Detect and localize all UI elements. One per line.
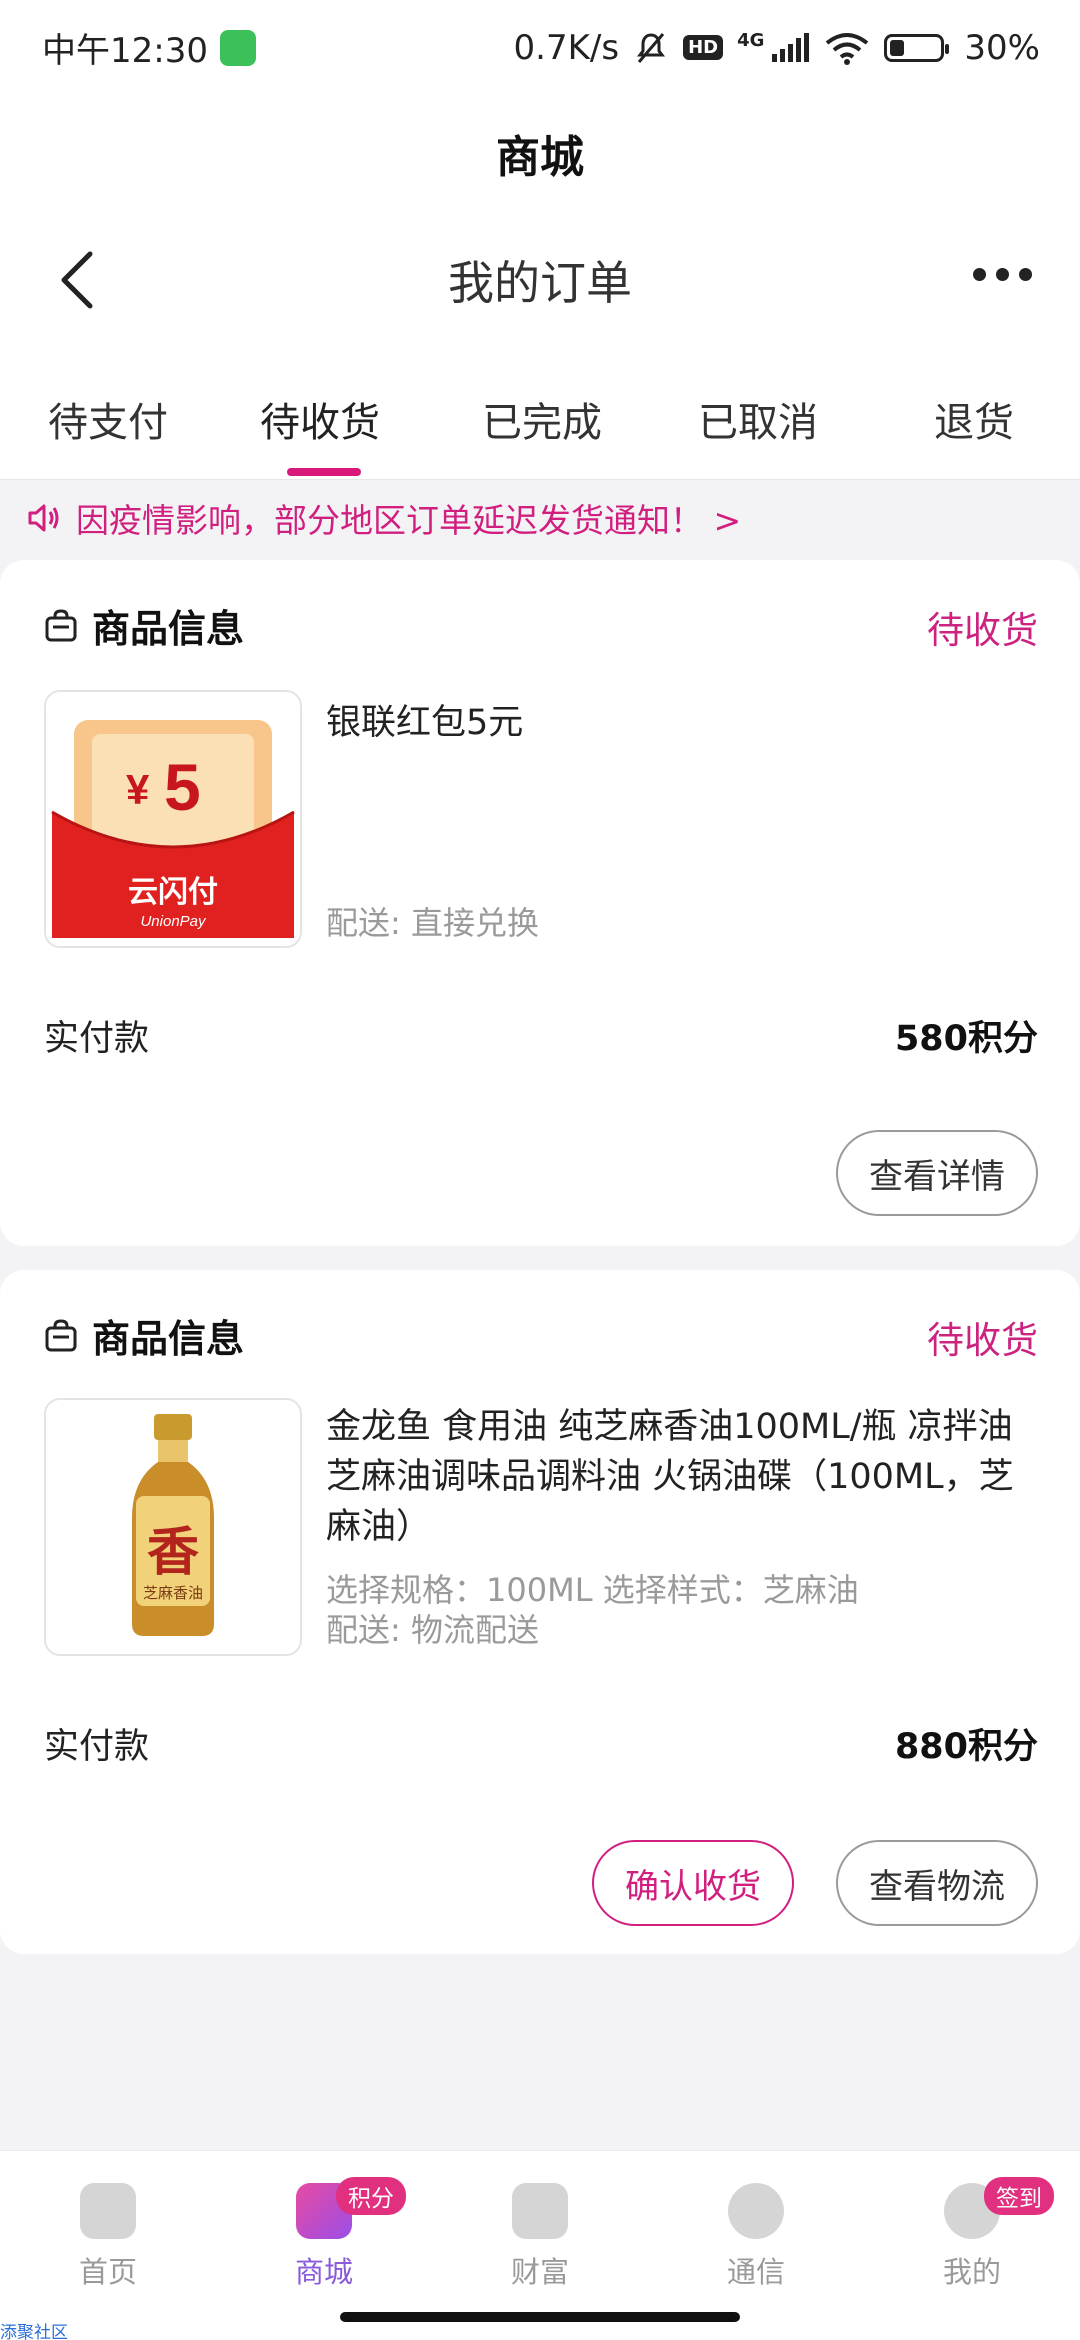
nav-item-telecom[interactable]: 通信: [686, 2183, 826, 2291]
card-header-label: 商品信息: [92, 607, 245, 651]
status-left: 中午12:30: [42, 23, 256, 72]
product-spec: 选择规格：100ML 选择样式：芝麻油: [326, 1571, 859, 1609]
order-status: 待收货: [927, 1319, 1038, 1362]
points-badge: 积分: [336, 2177, 406, 2215]
signal-icon: [772, 32, 810, 62]
battery-level: 30%: [964, 27, 1040, 68]
order-card: 商品信息 待收货 香 芝麻香油 金龙鱼 食用油 纯芝麻香油100ML/瓶 凉拌油…: [0, 1270, 1080, 1954]
product-title[interactable]: 金龙鱼 食用油 纯芝麻香油100ML/瓶 凉拌油芝麻油调味品调料油 火锅油碟（1…: [326, 1402, 1026, 1552]
nav-bar: 我的订单: [0, 210, 1080, 350]
nav-label: 首页: [78, 2255, 137, 2289]
thumb-label: 香: [147, 1522, 199, 1583]
active-tab-indicator: [287, 468, 361, 476]
product-thumbnail[interactable]: 香 芝麻香油: [44, 1398, 302, 1656]
tab-completed[interactable]: 已完成: [482, 390, 602, 448]
view-logistics-button[interactable]: 查看物流: [836, 1840, 1038, 1926]
wallet-icon: [512, 2183, 568, 2239]
mute-bell-icon: [637, 32, 666, 63]
tab-pending-receipt[interactable]: 待收货: [260, 390, 380, 448]
net-speed: 0.7K/s: [513, 27, 620, 68]
nav-label: 财富: [510, 2255, 569, 2289]
thumb-sub: 芝麻香油: [143, 1584, 203, 1602]
notice-banner[interactable]: 因疫情影响，部分地区订单延迟发货通知！ >: [0, 482, 1080, 554]
card-header-label: 商品信息: [92, 1317, 245, 1361]
red-envelope-image: ¥ 5 云闪付 UnionPay: [51, 720, 295, 938]
order-tabs: 待支付 待收货 已完成 已取消 退货: [0, 350, 1080, 480]
thumb-brand: 云闪付: [128, 875, 218, 910]
confirm-receipt-button[interactable]: 确认收货: [592, 1840, 794, 1926]
thumb-amount: 5: [164, 750, 201, 824]
product-thumbnail[interactable]: ¥ 5 云闪付 UnionPay: [44, 690, 302, 948]
order-card: 商品信息 待收货 ¥ 5 云闪付 UnionPay 银联红包5元 配送: 直接兑…: [0, 560, 1080, 1246]
view-details-button[interactable]: 查看详情: [836, 1130, 1038, 1216]
battery-icon: [884, 33, 950, 62]
thumb-brand-en: UnionPay: [140, 913, 207, 930]
status-bar: 中午12:30 0.7K/s HD 4G 30%: [0, 0, 1080, 95]
payment-label: 实付款: [44, 1019, 150, 1059]
nav-item-mine[interactable]: 签到 我的: [902, 2177, 1054, 2291]
order-status: 待收货: [927, 609, 1038, 652]
delivery-method: 配送: 物流配送: [326, 1611, 539, 1649]
home-icon: [80, 2183, 136, 2239]
payment-value: 580积分: [894, 1019, 1038, 1059]
status-right: 0.7K/s HD 4G 30%: [514, 28, 1040, 68]
hd-badge: HD: [683, 35, 724, 60]
back-arrow-icon[interactable]: [50, 248, 110, 312]
payment-label: 实付款: [44, 1727, 150, 1767]
shopping-bag-icon: [45, 1318, 77, 1351]
card-header: 商品信息: [44, 1308, 244, 1363]
sesame-oil-bottle-image: 香 芝麻香油: [132, 1414, 214, 1636]
notice-text: 因疫情影响，部分地区订单延迟发货通知！ >: [76, 501, 742, 540]
tab-cancelled[interactable]: 已取消: [698, 390, 818, 448]
nav-label: 通信: [726, 2255, 785, 2289]
nav-item-mall[interactable]: 积分 商城: [254, 2177, 406, 2291]
network-label: 4G: [737, 30, 765, 51]
wifi-icon: [826, 32, 869, 65]
delivery-method: 配送: 直接兑换: [326, 904, 539, 942]
app-title-bar: 商城: [0, 95, 1080, 210]
speaker-icon: [28, 504, 59, 532]
app-title: 商城: [496, 131, 584, 183]
shopping-bag-icon: [45, 608, 77, 641]
check-in-badge: 签到: [984, 2177, 1054, 2215]
more-options-icon[interactable]: [973, 268, 1032, 281]
nav-item-home[interactable]: 首页: [38, 2183, 178, 2291]
card-header: 商品信息: [44, 598, 244, 653]
nav-label: 商城: [294, 2255, 353, 2289]
home-indicator[interactable]: [340, 2312, 740, 2322]
thumb-currency: ¥: [126, 766, 150, 813]
product-title[interactable]: 银联红包5元: [326, 698, 1026, 748]
status-time: 中午12:30: [42, 31, 208, 71]
tab-pending-payment[interactable]: 待支付: [48, 390, 168, 448]
china-mobile-icon: [728, 2183, 784, 2239]
page-title: 我的订单: [448, 256, 632, 310]
nav-item-wealth[interactable]: 财富: [470, 2183, 610, 2291]
nav-label: 我的: [942, 2255, 1001, 2289]
watermark: 添聚社区: [0, 2323, 68, 2340]
payment-value: 880积分: [894, 1727, 1038, 1767]
notification-app-icon: [219, 29, 256, 66]
tab-returns[interactable]: 退货: [934, 390, 1014, 448]
